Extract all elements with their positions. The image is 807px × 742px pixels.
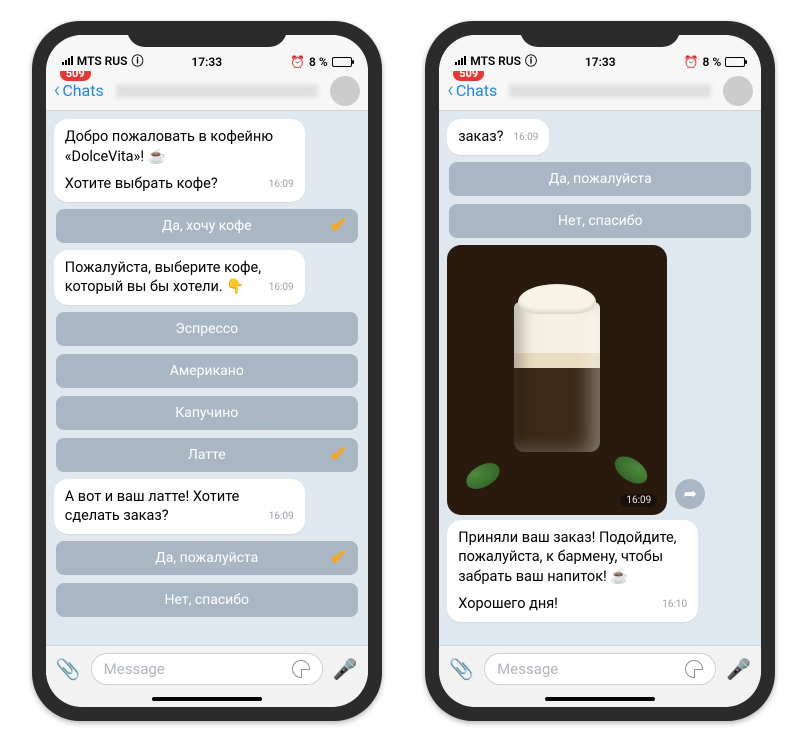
- back-button[interactable]: 509 ‹ Chats: [54, 80, 104, 102]
- timestamp: 16:09: [269, 178, 294, 192]
- bot-message: заказ? 16:09: [447, 119, 549, 155]
- keyboard-button-no-thanks[interactable]: Нет, спасибо: [56, 583, 358, 617]
- nav-bar: 509 ‹ Chats: [46, 71, 368, 111]
- message-text: Хорошего дня!: [458, 595, 558, 612]
- carrier-label: MTS RUS: [470, 54, 521, 68]
- chevron-left-icon: ‹: [54, 80, 61, 102]
- message-text: Добро пожаловать в кофейню «DolceVita»! …: [65, 127, 294, 166]
- carrier-label: MTS RUS: [77, 54, 128, 68]
- phone-right: MTS RUS ⓘ 17:33 ⏰ 8 % 509 ‹ Chats заказ?…: [425, 21, 775, 721]
- keyboard-button-espresso[interactable]: Эспрессо: [56, 312, 358, 346]
- keyboard-button-no-thanks[interactable]: Нет, спасибо: [449, 204, 751, 238]
- bot-message: Приняли ваш заказ! Подойдите, пожалуйста…: [447, 520, 698, 622]
- chevron-left-icon: ‹: [447, 80, 454, 102]
- message-text: Хотите выбрать кофе?: [65, 175, 218, 192]
- button-label: Капучино: [175, 405, 238, 421]
- timestamp: 16:09: [513, 131, 538, 145]
- notch: [127, 21, 287, 47]
- home-indicator: [46, 691, 368, 707]
- avatar[interactable]: [330, 76, 360, 106]
- mic-icon[interactable]: 🎤: [333, 657, 358, 681]
- chat-title[interactable]: [116, 84, 318, 98]
- nav-bar: 509 ‹ Chats: [439, 71, 761, 111]
- alarm-icon: ⏰: [290, 55, 305, 69]
- button-label: Да, пожалуйста: [549, 171, 652, 187]
- keyboard-button-americano[interactable]: Американо: [56, 354, 358, 388]
- timestamp: 16:09: [620, 494, 657, 507]
- signal-icon: [455, 56, 466, 65]
- button-label: Эспрессо: [175, 321, 238, 337]
- bot-message: Добро пожаловать в кофейню «DolceVita»! …: [54, 119, 305, 202]
- wifi-icon: ⓘ: [525, 52, 537, 69]
- phone-left: MTS RUS ⓘ 17:33 ⏰ 8 % 509 ‹ Chats Добро …: [32, 21, 382, 721]
- button-label: Нет, спасибо: [165, 592, 249, 608]
- button-label: Нет, спасибо: [558, 213, 642, 229]
- bot-message: Пожалуйста, выберите кофе, который вы бы…: [54, 250, 305, 305]
- input-bar: 📎 Message 🎤: [46, 645, 368, 691]
- checkmark-icon: ✔: [329, 213, 347, 238]
- keyboard-button-latte[interactable]: Латте ✔: [56, 438, 358, 472]
- battery-pct: 8 %: [309, 55, 328, 69]
- keyboard-button-yes-please[interactable]: Да, пожалуйста ✔: [56, 541, 358, 575]
- message-input[interactable]: Message: [484, 653, 716, 685]
- clock: 17:33: [191, 55, 222, 69]
- keyboard-button-cappuccino[interactable]: Капучино: [56, 396, 358, 430]
- battery-icon: [725, 57, 745, 67]
- share-button[interactable]: ➦: [675, 479, 705, 509]
- timestamp: 16:10: [662, 598, 687, 612]
- screen-left: MTS RUS ⓘ 17:33 ⏰ 8 % 509 ‹ Chats Добро …: [46, 35, 368, 707]
- home-indicator: [439, 691, 761, 707]
- notch: [520, 21, 680, 47]
- button-label: Да, пожалуйста: [155, 550, 258, 566]
- message-text: А вот и ваш латте! Хотите сделать заказ?: [65, 488, 240, 525]
- checkmark-icon: ✔: [329, 545, 347, 570]
- avatar[interactable]: [723, 76, 753, 106]
- bot-message: А вот и ваш латте! Хотите сделать заказ?…: [54, 479, 305, 534]
- wifi-icon: ⓘ: [132, 52, 144, 69]
- input-bar: 📎 Message 🎤: [439, 645, 761, 691]
- chat-area[interactable]: заказ? 16:09 Да, пожалуйста Нет, спасибо…: [439, 111, 761, 645]
- placeholder: Message: [497, 660, 558, 678]
- mint-leaf: [610, 452, 652, 487]
- button-label: Да, хочу кофе: [162, 218, 252, 234]
- latte-glass: [514, 302, 600, 452]
- attach-icon[interactable]: 📎: [56, 657, 81, 681]
- back-button[interactable]: 509 ‹ Chats: [447, 80, 497, 102]
- message-input[interactable]: Message: [91, 653, 323, 685]
- sticker-icon[interactable]: [685, 660, 703, 678]
- keyboard-button-yes-please[interactable]: Да, пожалуйста: [449, 162, 751, 196]
- button-label: Американо: [170, 363, 244, 379]
- back-label: Chats: [62, 81, 103, 100]
- message-text: заказ?: [458, 128, 503, 145]
- signal-icon: [62, 56, 73, 65]
- timestamp: 16:09: [269, 510, 294, 524]
- mint-leaf: [463, 459, 504, 492]
- alarm-icon: ⏰: [684, 55, 699, 69]
- attach-icon[interactable]: 📎: [449, 657, 474, 681]
- chat-title[interactable]: [509, 84, 711, 98]
- message-text: Пожалуйста, выберите кофе, который вы бы…: [65, 259, 261, 296]
- chat-area[interactable]: Добро пожаловать в кофейню «DolceVita»! …: [46, 111, 368, 645]
- keyboard-button-yes-coffee[interactable]: Да, хочу кофе ✔: [56, 209, 358, 243]
- photo-message[interactable]: 16:09: [447, 245, 667, 515]
- screen-right: MTS RUS ⓘ 17:33 ⏰ 8 % 509 ‹ Chats заказ?…: [439, 35, 761, 707]
- latte-foam: [518, 284, 596, 314]
- message-text: Приняли ваш заказ! Подойдите, пожалуйста…: [458, 528, 687, 587]
- battery-icon: [332, 57, 352, 67]
- back-label: Chats: [456, 81, 497, 100]
- mic-icon[interactable]: 🎤: [726, 657, 751, 681]
- battery-pct: 8 %: [703, 55, 722, 69]
- timestamp: 16:09: [269, 281, 294, 295]
- sticker-icon[interactable]: [292, 660, 310, 678]
- placeholder: Message: [104, 660, 165, 678]
- button-label: Латте: [188, 447, 226, 463]
- clock: 17:33: [585, 55, 616, 69]
- checkmark-icon: ✔: [329, 442, 347, 467]
